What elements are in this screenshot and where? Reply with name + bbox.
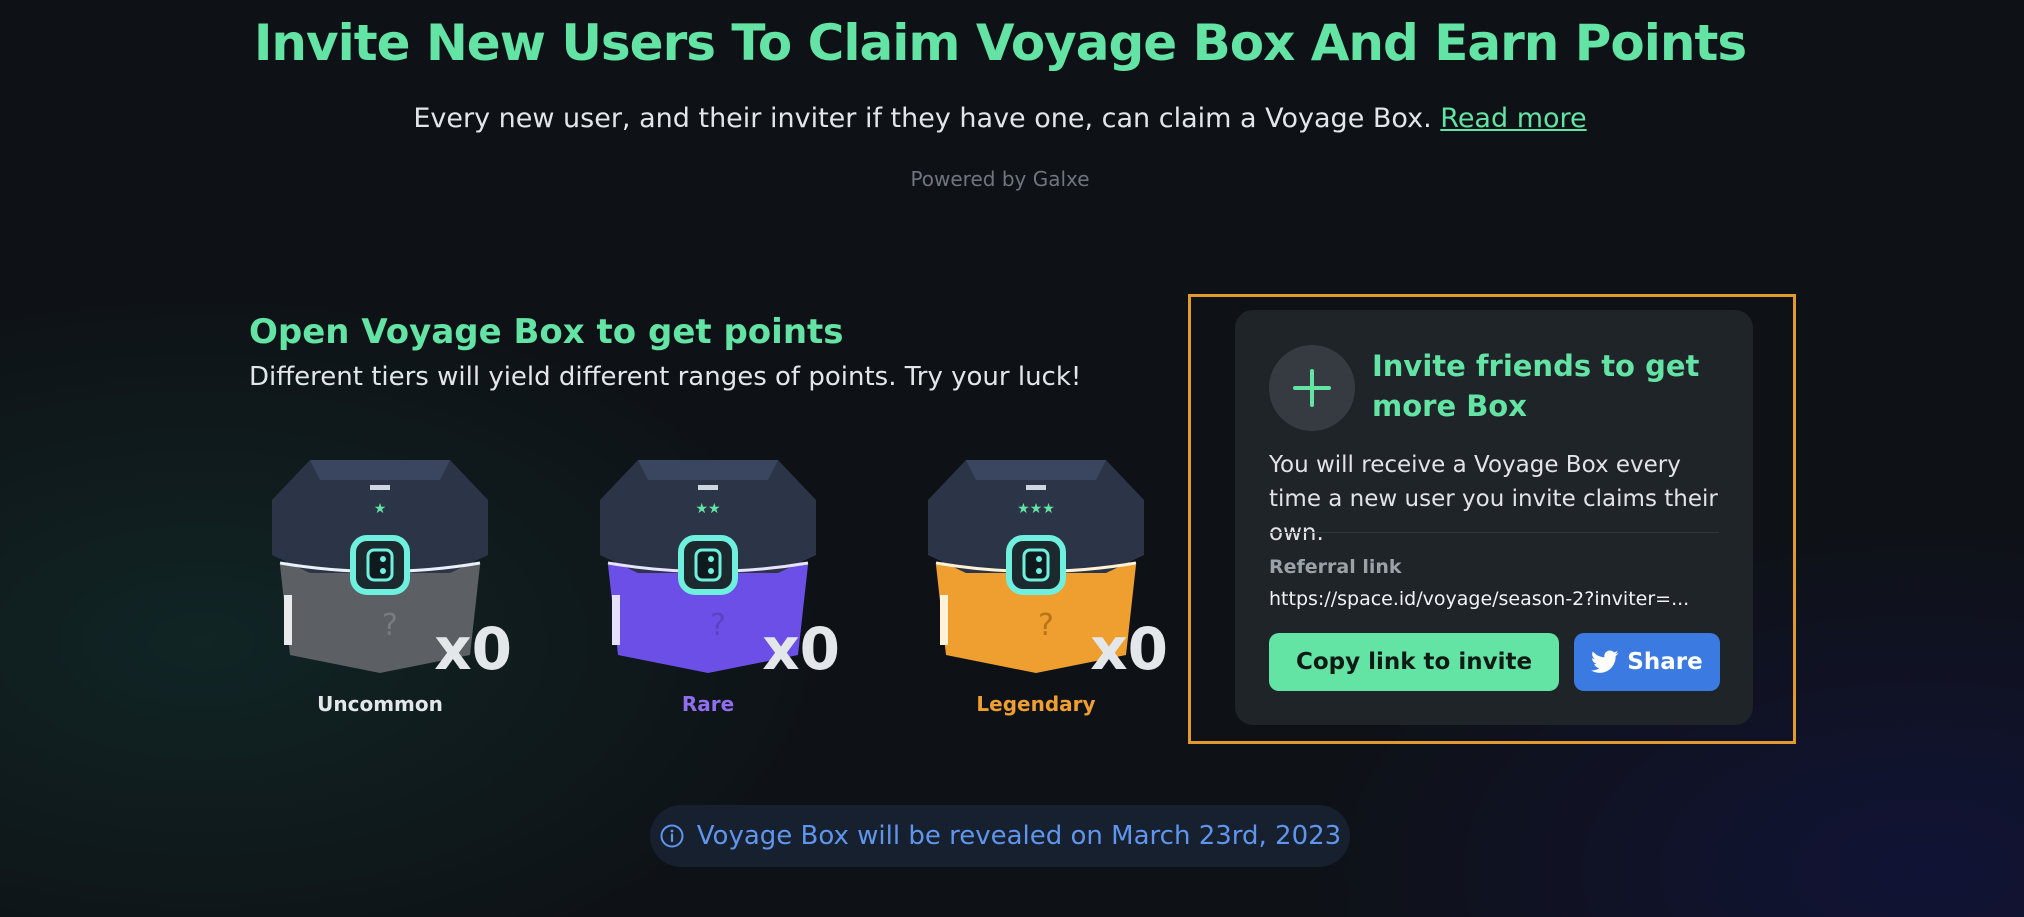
powered-by-text: Powered by Galxe (910, 167, 1090, 191)
referral-link-label: Referral link (1269, 556, 1402, 578)
share-button[interactable]: Share (1574, 633, 1720, 691)
boxes-section-title: Open Voyage Box to get points (249, 312, 844, 352)
svg-text:?: ? (382, 608, 398, 643)
info-icon (660, 824, 684, 848)
plus-icon (1269, 345, 1355, 431)
invite-card: Invite friends to get more Box You will … (1235, 310, 1753, 725)
box-count: x0 (434, 615, 512, 683)
page-title: Invite New Users To Claim Voyage Box And… (253, 14, 1747, 72)
svg-text:?: ? (1038, 608, 1054, 643)
box-label: Rare (681, 692, 735, 716)
box-count: x0 (1090, 615, 1168, 683)
svg-text:★★: ★★ (695, 501, 720, 517)
copy-link-button[interactable]: Copy link to invite (1269, 633, 1559, 691)
box-card-legendary[interactable]: ★★★ ? x0 Legendary (906, 445, 1168, 725)
box-label: Uncommon (317, 692, 443, 716)
read-more-link[interactable]: Read more (1440, 103, 1586, 134)
svg-text:★★★: ★★★ (1017, 501, 1055, 517)
referral-link-value[interactable]: https://space.id/voyage/season-2?inviter… (1269, 588, 1719, 610)
box-card-rare[interactable]: ★★ ? x0 Rare (578, 445, 840, 725)
box-count: x0 (762, 615, 840, 683)
twitter-icon (1591, 650, 1619, 673)
divider (1269, 532, 1719, 533)
svg-text:★: ★ (374, 501, 387, 517)
invite-card-title: Invite friends to get more Box (1372, 349, 1700, 423)
boxes-section-description: Different tiers will yield different ran… (249, 362, 1082, 392)
page-subtitle: Every new user, and their inviter if the… (0, 103, 2000, 134)
subtitle-text: Every new user, and their inviter if the… (413, 103, 1432, 134)
box-label: Legendary (976, 692, 1096, 716)
reveal-notice-text: Voyage Box will be revealed on March 23r… (696, 821, 1342, 851)
reveal-notice: Voyage Box will be revealed on March 23r… (650, 805, 1350, 867)
box-card-uncommon[interactable]: ★ ? x0 Uncommon (250, 445, 512, 725)
invite-card-description: You will receive a Voyage Box every time… (1269, 452, 1718, 546)
share-button-label: Share (1627, 649, 1703, 675)
svg-text:?: ? (710, 608, 726, 643)
